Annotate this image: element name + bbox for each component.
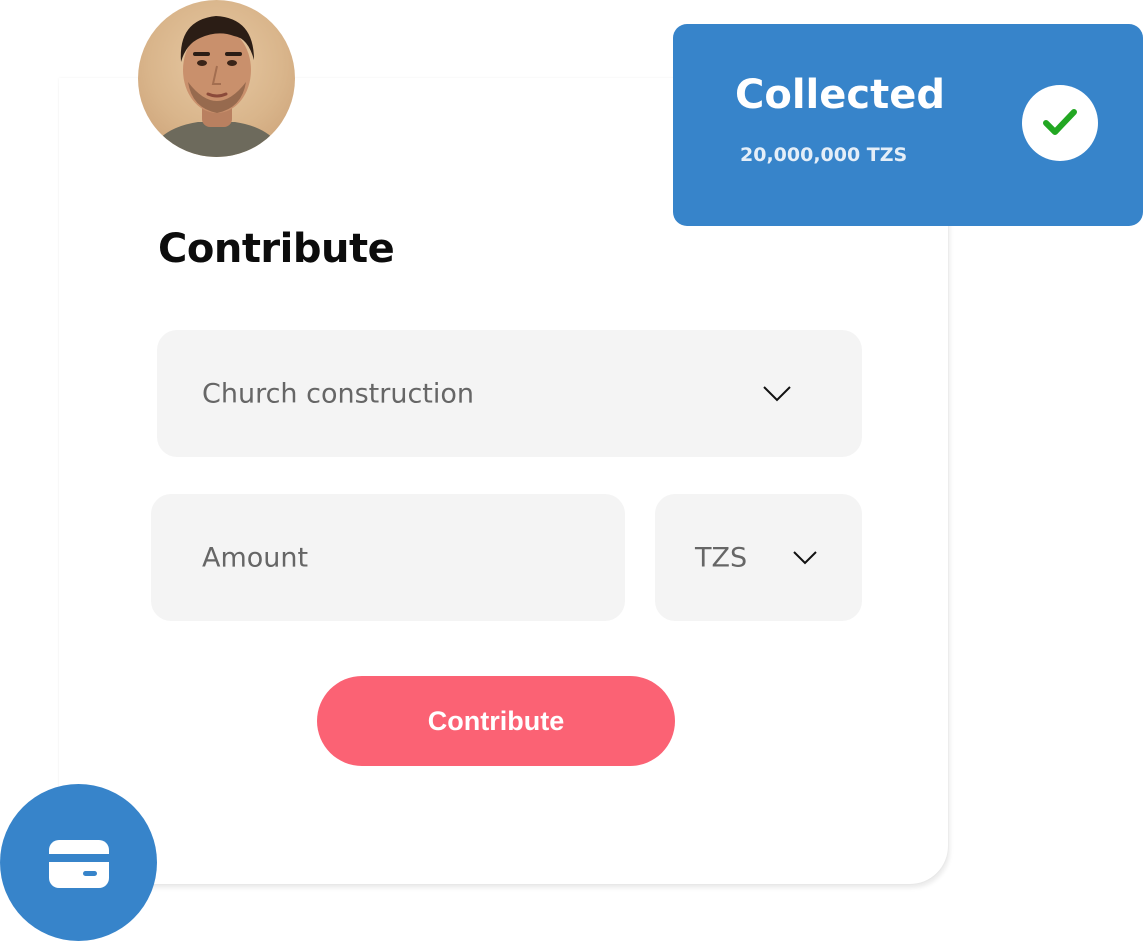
- currency-select[interactable]: TZS: [655, 494, 862, 621]
- campaign-select[interactable]: Church construction: [157, 330, 862, 457]
- collected-card: Collected 20,000,000 TZS: [673, 24, 1143, 226]
- contribution-mockup: Contribute Church construction Amount TZ…: [0, 0, 1143, 941]
- chevron-down-icon: [793, 550, 817, 564]
- credit-card-icon: [49, 840, 109, 888]
- collected-amount: 20,000,000 TZS: [740, 144, 908, 166]
- contribute-button[interactable]: Contribute: [317, 676, 675, 766]
- payment-button[interactable]: [0, 784, 157, 941]
- amount-input-placeholder: Amount: [202, 542, 309, 573]
- chevron-down-icon: [763, 385, 791, 401]
- campaign-select-value: Church construction: [202, 378, 475, 409]
- currency-select-value: TZS: [695, 542, 748, 573]
- status-badge: [1022, 85, 1098, 161]
- avatar: [138, 0, 295, 157]
- checkmark-icon: [1043, 109, 1077, 135]
- amount-input[interactable]: Amount: [151, 494, 625, 621]
- page-title: Contribute: [158, 226, 395, 272]
- collected-title: Collected: [735, 72, 945, 118]
